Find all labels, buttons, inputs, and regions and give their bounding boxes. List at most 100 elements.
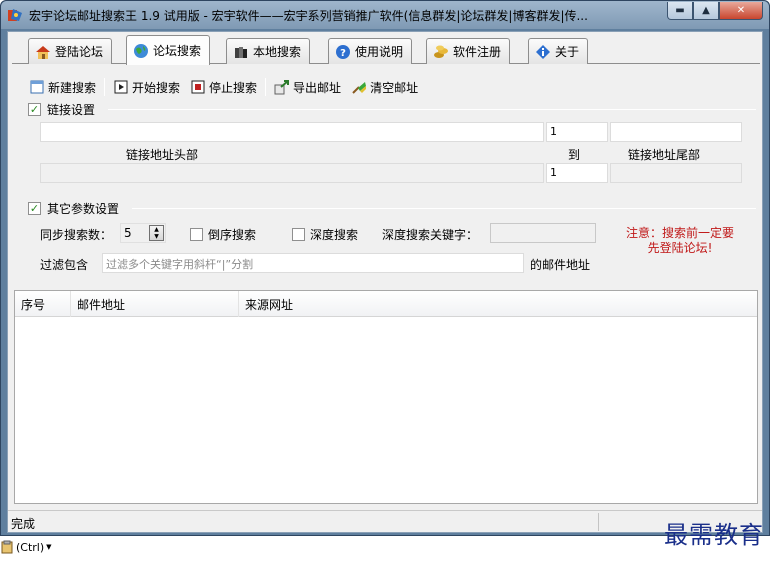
arrow-up-icon: ▲ (154, 226, 159, 233)
watermark-text: 最需教育 (664, 521, 764, 549)
new-search-button[interactable]: 新建搜索 (24, 76, 101, 98)
export-icon (274, 80, 290, 95)
tab-about[interactable]: 关于 (528, 38, 589, 64)
clear-email-label: 清空邮址 (370, 80, 419, 95)
export-email-label: 导出邮址 (293, 80, 342, 95)
toolbar-separator (104, 78, 106, 96)
play-icon (114, 80, 128, 94)
deep-search-option[interactable]: 深度搜索 (292, 226, 358, 243)
start-search-button[interactable]: 开始搜索 (108, 76, 185, 98)
to-label: 到 (568, 148, 581, 162)
link-tail-preview (610, 163, 742, 183)
deep-keyword-input[interactable] (490, 223, 596, 243)
books-icon (235, 46, 247, 58)
divider (108, 109, 756, 110)
svg-text:?: ? (340, 48, 346, 59)
toolbar: 新建搜索 开始搜索 停止搜索 导出邮址 清空邮址 (24, 76, 423, 98)
link-end-input[interactable]: 1 (546, 163, 608, 183)
check-icon: ✓ (29, 103, 40, 116)
other-settings-title: 其它参数设置 (47, 202, 120, 216)
dropdown-arrow-icon: ▼ (46, 543, 52, 551)
client-area: 登陆论坛 论坛搜索 本地搜索 ? 使用说明 软件注册 关于 新建搜索 开始搜索 … (7, 31, 763, 533)
divider (132, 208, 756, 209)
help-icon: ? (336, 44, 350, 59)
info-icon (536, 44, 550, 59)
tab-label: 本地搜索 (253, 45, 302, 59)
status-bar: 完成 (8, 510, 762, 532)
close-button[interactable]: ✕ (719, 2, 763, 20)
notice-line-2: 先登陆论坛! (647, 241, 713, 255)
stop-search-label: 停止搜索 (209, 80, 258, 95)
sync-search-value: 5 (124, 226, 132, 240)
new-document-icon (30, 80, 44, 94)
link-tail-label: 链接地址尾部 (628, 148, 701, 162)
tab-software-register[interactable]: 软件注册 (426, 38, 511, 64)
maximize-button[interactable]: ▲ (693, 2, 719, 20)
notice-line-1: 注意：搜索前一定要 (625, 226, 734, 240)
reverse-search-option[interactable]: 倒序搜索 (190, 226, 256, 243)
minimize-icon: ▬ (675, 5, 685, 16)
link-head-label: 链接地址头部 (126, 148, 199, 162)
column-header-index[interactable]: 序号 (15, 291, 71, 317)
column-header-email[interactable]: 邮件地址 (71, 291, 239, 317)
toolbar-separator (265, 78, 267, 96)
link-head-input[interactable] (40, 122, 544, 142)
filter-label: 过滤包含 (40, 258, 89, 272)
filter-suffix-label: 的邮件地址 (530, 258, 591, 272)
deep-keyword-label: 深度搜索关键字： (382, 228, 479, 242)
deep-search-checkbox[interactable] (292, 228, 305, 241)
tab-forum-search[interactable]: 论坛搜索 (126, 35, 211, 65)
stop-search-button[interactable]: 停止搜索 (185, 76, 262, 98)
tab-label: 登陆论坛 (55, 45, 104, 59)
start-search-label: 开始搜索 (132, 80, 181, 95)
status-text: 完成 (11, 517, 36, 531)
filter-input[interactable]: 过滤多个关键字用斜杆“|”分割 (102, 253, 524, 273)
title-bar[interactable]: 宏宇论坛邮址搜索王 1.9 试用版 - 宏宇软件——宏宇系列营销推广软件(信息群… (1, 1, 769, 29)
deep-search-label: 深度搜索 (310, 228, 359, 242)
new-search-label: 新建搜索 (48, 80, 97, 95)
login-notice: 注意：搜索前一定要 先登陆论坛! (614, 226, 746, 256)
tab-label: 使用说明 (355, 45, 404, 59)
paste-shortcut-label: (Ctrl) (16, 540, 45, 554)
minimize-button[interactable]: ▬ (667, 2, 693, 20)
coins-icon (434, 45, 448, 58)
stepper-arrows[interactable]: ▲ ▼ (149, 225, 164, 241)
maximize-icon: ▲ (702, 5, 710, 16)
arrow-down-icon: ▼ (154, 233, 159, 240)
tab-label: 论坛搜索 (153, 44, 202, 58)
tab-local-search[interactable]: 本地搜索 (226, 38, 311, 64)
close-icon: ✕ (736, 5, 746, 16)
globe-icon (134, 43, 148, 58)
results-list[interactable]: 序号 邮件地址 来源网址 (14, 290, 758, 504)
home-icon (36, 45, 50, 59)
stop-icon (191, 80, 205, 94)
other-settings-checkbox[interactable]: ✓ (28, 202, 41, 215)
results-header: 序号 邮件地址 来源网址 (15, 291, 757, 317)
link-settings-title: 链接设置 (47, 103, 96, 117)
column-header-source[interactable]: 来源网址 (239, 291, 757, 317)
check-icon: ✓ (29, 202, 40, 215)
link-settings-header: ✓ 链接设置 (28, 101, 95, 118)
reverse-search-checkbox[interactable] (190, 228, 203, 241)
clear-email-button[interactable]: 清空邮址 (346, 76, 423, 98)
sync-search-stepper[interactable]: 5 ▲ ▼ (120, 223, 166, 243)
tab-strip: 登陆论坛 论坛搜索 本地搜索 ? 使用说明 软件注册 关于 (12, 34, 760, 65)
main-window: 宏宇论坛邮址搜索王 1.9 试用版 - 宏宇软件——宏宇系列营销推广软件(信息群… (0, 0, 770, 536)
other-settings-header: ✓ 其它参数设置 (28, 200, 119, 217)
export-email-button[interactable]: 导出邮址 (269, 76, 346, 98)
tab-label: 关于 (555, 45, 580, 59)
link-head-preview (40, 163, 544, 183)
reverse-search-label: 倒序搜索 (208, 228, 257, 242)
tab-usage-guide[interactable]: ? 使用说明 (328, 38, 413, 64)
link-settings-checkbox[interactable]: ✓ (28, 103, 41, 116)
status-divider (598, 513, 599, 531)
tab-label: 软件注册 (453, 45, 502, 59)
sync-search-label: 同步搜索数： (40, 228, 113, 242)
window-title: 宏宇论坛邮址搜索王 1.9 试用版 - 宏宇软件——宏宇系列营销推广软件(信息群… (29, 9, 588, 23)
app-icon (8, 9, 22, 21)
clipboard-icon (1, 540, 13, 554)
link-tail-input[interactable] (610, 122, 742, 142)
paste-options[interactable]: (Ctrl) ▼ (0, 540, 52, 554)
link-start-input[interactable]: 1 (546, 122, 608, 142)
tab-login-forum[interactable]: 登陆论坛 (28, 38, 113, 64)
